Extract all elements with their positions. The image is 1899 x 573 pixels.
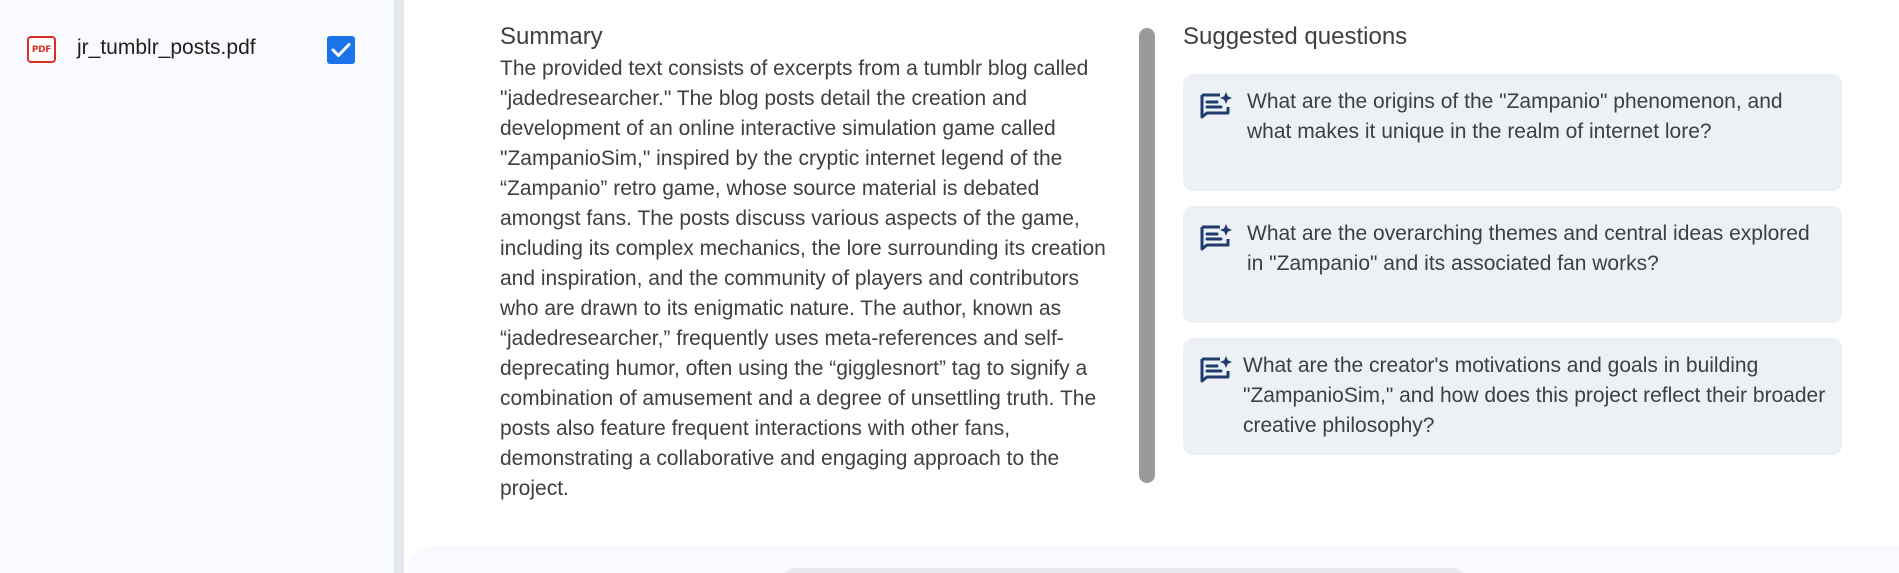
sources-sidebar: PDF jr_tumblr_posts.pdf [0, 0, 394, 573]
main-panel: Summary The provided text consists of ex… [404, 0, 1899, 573]
checkmark-icon [331, 43, 351, 57]
summary-text: The provided text consists of excerpts f… [500, 57, 1106, 500]
source-name[interactable]: jr_tumblr_posts.pdf [77, 36, 256, 60]
suggested-questions-heading: Suggested questions [1183, 23, 1408, 50]
notebook-window: PDF jr_tumblr_posts.pdf Summary The prov… [0, 0, 1899, 573]
chat-input-field[interactable] [784, 568, 1464, 573]
question-sparkle-icon [1200, 356, 1232, 383]
suggested-question-card[interactable]: What are the creator's motivations and g… [1183, 338, 1842, 455]
summary-heading: Summary [500, 23, 603, 50]
source-item[interactable]: PDF jr_tumblr_posts.pdf [0, 24, 394, 74]
suggested-question-card[interactable]: What are the origins of the "Zampanio" p… [1183, 74, 1842, 191]
sidebar-divider[interactable] [394, 0, 404, 573]
source-checkbox[interactable] [327, 36, 355, 64]
suggested-question-text: What are the overarching themes and cent… [1247, 222, 1810, 275]
suggested-question-text: What are the creator's motivations and g… [1243, 354, 1826, 437]
suggested-question-text: What are the origins of the "Zampanio" p… [1247, 90, 1783, 143]
suggested-question-card[interactable]: What are the overarching themes and cent… [1183, 206, 1842, 323]
summary-scrollbar[interactable] [1139, 28, 1155, 483]
pdf-icon: PDF [27, 36, 56, 63]
question-sparkle-icon [1200, 92, 1232, 119]
question-sparkle-icon [1200, 224, 1232, 251]
pdf-icon-label: PDF [31, 44, 52, 55]
